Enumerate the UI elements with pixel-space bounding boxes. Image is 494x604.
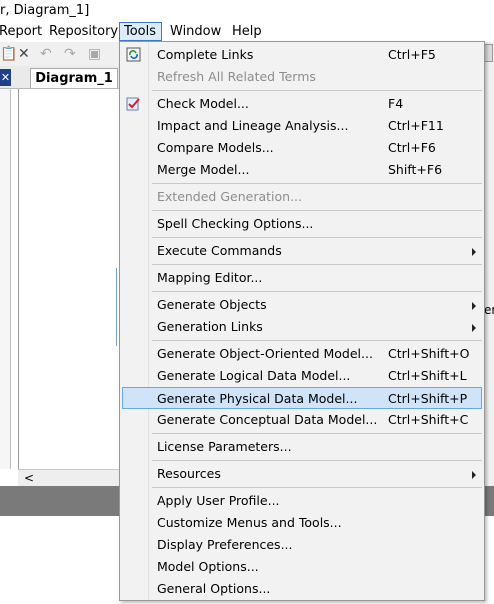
tab-diagram-1[interactable]: Diagram_1 <box>30 68 118 88</box>
paste-icon[interactable]: 📋 <box>0 45 17 63</box>
menu-item-compare-models[interactable]: Compare Models... Ctrl+F6 <box>122 137 482 159</box>
menu-item-generation-links[interactable]: Generation Links <box>122 316 482 338</box>
redo-icon[interactable]: ↷ <box>64 45 76 63</box>
document-tab-strip: ✕ Diagram_1 <box>0 66 120 89</box>
scroll-left-icon[interactable]: < <box>24 470 34 486</box>
menu-item-spell-checking[interactable]: Spell Checking Options... <box>122 213 482 235</box>
menu-window[interactable]: Window <box>170 22 221 41</box>
submenu-arrow-icon <box>472 324 476 332</box>
menu-separator <box>152 210 482 211</box>
menu-item-apply-user-profile[interactable]: Apply User Profile... <box>122 490 482 512</box>
close-panel-icon[interactable]: ✕ <box>0 69 11 86</box>
delete-icon[interactable]: ✕ <box>18 45 30 63</box>
menu-item-extended-generation[interactable]: Extended Generation... <box>122 186 482 208</box>
menu-item-generate-cdm[interactable]: Generate Conceptual Data Model... Ctrl+S… <box>122 409 482 431</box>
menu-separator <box>152 237 482 238</box>
menu-item-resources[interactable]: Resources <box>122 463 482 485</box>
menu-separator <box>152 90 482 91</box>
properties-icon[interactable]: ▣ <box>88 45 101 63</box>
submenu-arrow-icon <box>472 471 476 479</box>
menu-separator <box>152 433 482 434</box>
menu-separator <box>152 340 482 341</box>
menu-repository[interactable]: Repository <box>49 22 118 41</box>
menu-item-mapping-editor[interactable]: Mapping Editor... <box>122 267 482 289</box>
menu-item-generate-oom[interactable]: Generate Object-Oriented Model... Ctrl+S… <box>122 343 482 365</box>
menu-separator <box>152 460 482 461</box>
menu-item-check-model[interactable]: Check Model... F4 <box>122 93 482 115</box>
diagram-canvas[interactable] <box>18 89 121 469</box>
right-panel-edge: er <box>484 42 494 486</box>
browser-pane-edge <box>0 89 11 469</box>
menu-item-complete-links[interactable]: Complete Links Ctrl+F5 <box>122 44 482 66</box>
complete-links-icon <box>126 47 141 62</box>
menu-separator <box>152 487 482 488</box>
menu-separator <box>152 264 482 265</box>
horizontal-scrollbar[interactable]: < <box>18 469 120 486</box>
submenu-arrow-icon <box>472 302 476 310</box>
right-edge-text: er <box>484 303 494 317</box>
window-title-bar: r, Diagram_1] <box>0 0 494 22</box>
menu-item-refresh-related-terms[interactable]: Refresh All Related Terms <box>122 66 482 88</box>
undo-icon[interactable]: ↶ <box>40 45 52 63</box>
menu-item-execute-commands[interactable]: Execute Commands <box>122 240 482 262</box>
tools-menu-dropdown: Complete Links Ctrl+F5 Refresh All Relat… <box>119 41 485 601</box>
menu-tools[interactable]: Tools <box>119 22 162 41</box>
menu-item-generate-objects[interactable]: Generate Objects <box>122 294 482 316</box>
menu-item-display-preferences[interactable]: Display Preferences... <box>122 534 482 556</box>
check-model-icon <box>126 97 140 111</box>
menu-item-impact-lineage[interactable]: Impact and Lineage Analysis... Ctrl+F11 <box>122 115 482 137</box>
menu-bar: Report Repository Tools Window Help <box>0 22 494 43</box>
panel-button[interactable] <box>484 44 493 62</box>
menu-separator <box>152 291 482 292</box>
menu-item-general-options[interactable]: General Options... <box>122 578 482 600</box>
menu-help[interactable]: Help <box>232 22 262 41</box>
menu-item-generate-pdm[interactable]: Generate Physical Data Model... Ctrl+Shi… <box>122 387 482 409</box>
submenu-arrow-icon <box>472 248 476 256</box>
menu-item-model-options[interactable]: Model Options... <box>122 556 482 578</box>
menu-item-customize-menus[interactable]: Customize Menus and Tools... <box>122 512 482 534</box>
menu-item-merge-model[interactable]: Merge Model... Shift+F6 <box>122 159 482 181</box>
menu-report[interactable]: Report <box>0 22 42 41</box>
window-title: r, Diagram_1] <box>0 3 90 18</box>
menu-separator <box>152 183 482 184</box>
menu-item-license-parameters[interactable]: License Parameters... <box>122 436 482 458</box>
toolbar: 📋 ✕ ↶ ↷ ▣ <box>0 42 120 66</box>
menu-item-generate-ldm[interactable]: Generate Logical Data Model... Ctrl+Shif… <box>122 365 482 387</box>
